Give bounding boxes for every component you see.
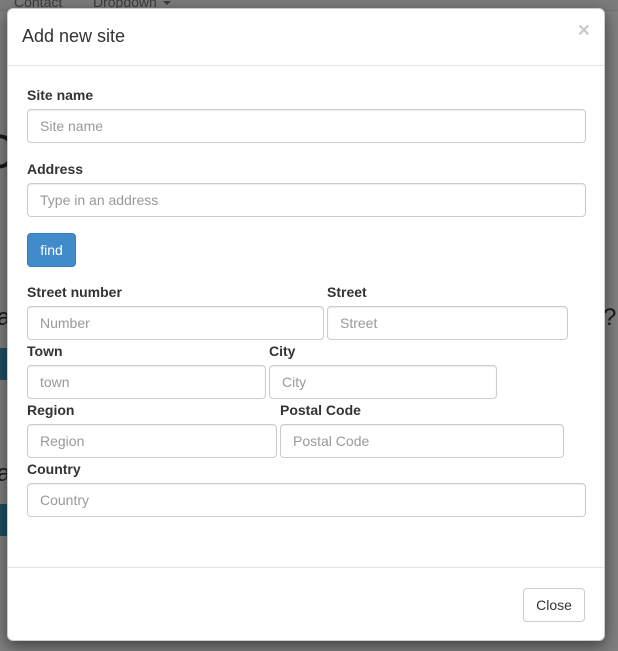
street-number-input[interactable]: [27, 306, 324, 340]
country-label: Country: [27, 461, 81, 477]
site-name-input[interactable]: [27, 109, 586, 143]
add-site-modal: Add new site × Site name Address find St…: [7, 8, 605, 641]
modal-footer: Close: [8, 567, 604, 640]
close-button[interactable]: Close: [523, 588, 585, 622]
address-input[interactable]: [27, 183, 586, 217]
postal-code-label: Postal Code: [280, 402, 361, 418]
town-input[interactable]: [27, 365, 266, 399]
postal-code-input[interactable]: [280, 424, 564, 458]
city-label: City: [269, 343, 296, 359]
region-label: Region: [27, 402, 75, 418]
modal-header: Add new site ×: [8, 9, 604, 66]
modal-title: Add new site: [22, 26, 126, 46]
country-input[interactable]: [27, 483, 586, 517]
town-label: Town: [27, 343, 63, 359]
site-name-label: Site name: [27, 87, 94, 103]
street-input[interactable]: [327, 306, 568, 340]
region-input[interactable]: [27, 424, 277, 458]
street-label: Street: [327, 284, 367, 300]
find-button[interactable]: find: [27, 233, 76, 267]
street-number-label: Street number: [27, 284, 122, 300]
city-input[interactable]: [269, 365, 497, 399]
close-icon[interactable]: ×: [578, 20, 590, 41]
address-label: Address: [27, 161, 84, 177]
